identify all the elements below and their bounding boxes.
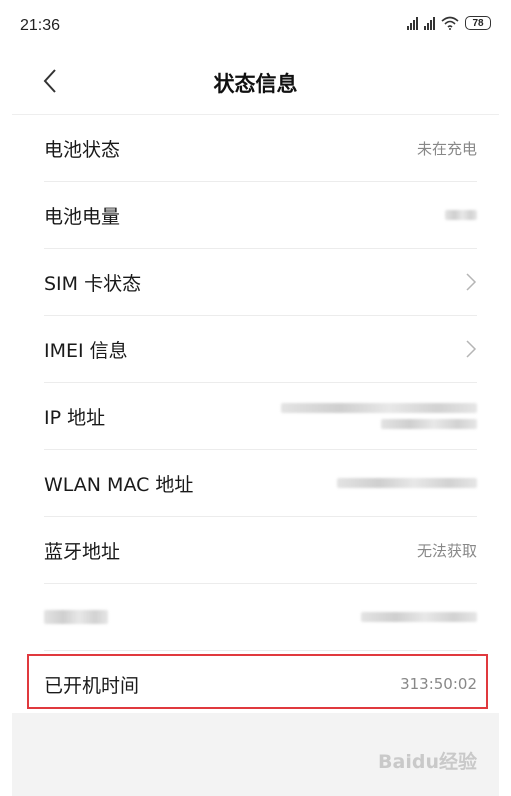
status-info-list: 电池状态 未在充电 电池电量 SIM 卡状态 IMEI 信息 IP 地址 WLA… — [0, 115, 511, 717]
row-battery-status: 电池状态 未在充电 — [44, 115, 477, 182]
row-label: IMEI 信息 — [44, 339, 128, 362]
row-wlan-mac: WLAN MAC 地址 — [44, 450, 477, 517]
row-label: 电池状态 — [44, 138, 121, 161]
redacted-value — [281, 403, 477, 429]
page-header: 状态信息 — [0, 54, 511, 112]
status-bar: 21:36 78 — [0, 0, 511, 54]
row-label: IP 地址 — [44, 406, 106, 429]
signal-icon — [424, 16, 435, 30]
row-redacted — [44, 584, 477, 651]
battery-icon: 78 — [465, 16, 491, 30]
signal-icon — [407, 16, 418, 30]
row-sim-status[interactable]: SIM 卡状态 — [44, 249, 477, 316]
row-imei-info[interactable]: IMEI 信息 — [44, 316, 477, 383]
row-battery-level: 电池电量 — [44, 182, 477, 249]
row-ip-address: IP 地址 — [44, 383, 477, 450]
row-value: 无法获取 — [416, 541, 477, 560]
footer-area: Baidu经验 — [12, 713, 499, 796]
row-bluetooth-address: 蓝牙地址 无法获取 — [44, 517, 477, 584]
system-icons: 78 — [407, 16, 491, 30]
status-time: 21:36 — [20, 17, 61, 34]
row-label: 蓝牙地址 — [44, 540, 121, 563]
watermark: Baidu经验 — [378, 751, 477, 773]
chevron-right-icon — [466, 273, 477, 291]
row-label: 电池电量 — [44, 205, 121, 228]
redacted-value — [361, 612, 477, 622]
row-label: SIM 卡状态 — [44, 272, 142, 295]
page-title: 状态信息 — [213, 72, 298, 96]
redacted-label — [44, 610, 108, 624]
redacted-value — [445, 210, 477, 220]
highlight-box — [27, 654, 488, 709]
chevron-right-icon — [466, 340, 477, 358]
row-value: 未在充电 — [416, 139, 477, 158]
redacted-value — [337, 478, 477, 488]
row-label: WLAN MAC 地址 — [44, 473, 194, 496]
wifi-icon — [441, 16, 459, 30]
